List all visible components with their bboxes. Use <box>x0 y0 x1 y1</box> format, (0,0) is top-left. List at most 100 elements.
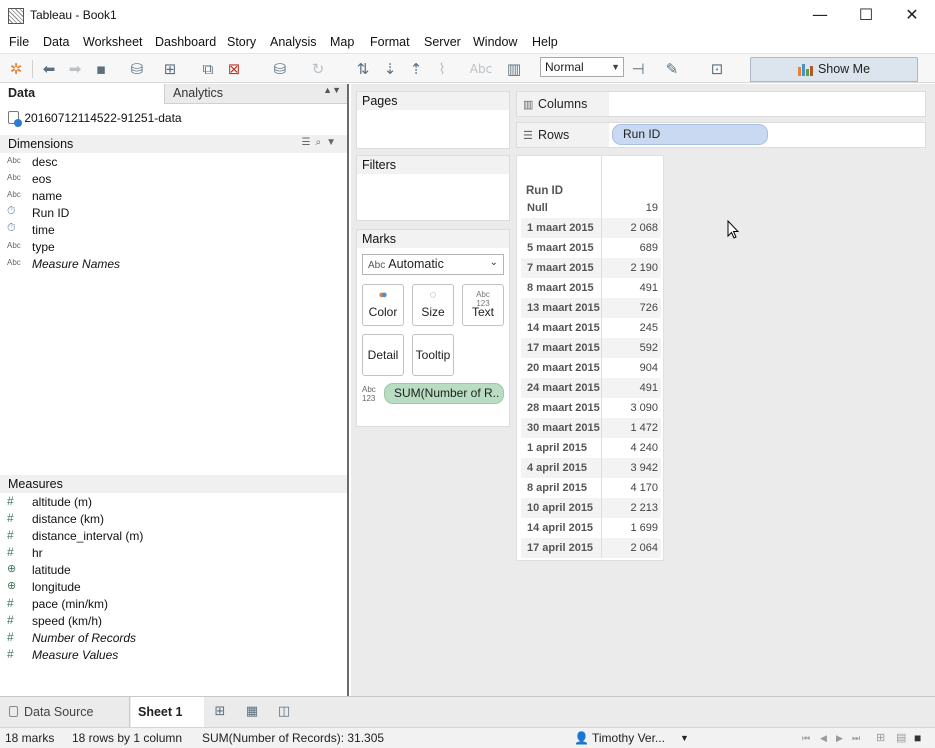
sort-ascending-icon[interactable]: ⇣ <box>380 59 400 79</box>
size-button[interactable]: ◌ Size <box>412 284 454 326</box>
presentation-mode-icon[interactable]: ⊡ <box>707 59 727 79</box>
close-button[interactable]: ✕ <box>889 0 935 31</box>
prev-sheet-icon[interactable]: ◀ <box>820 733 827 744</box>
measure-field[interactable]: # Measure Values <box>0 647 347 664</box>
measure-field[interactable]: # distance_interval (m) <box>0 528 347 545</box>
table-row[interactable]: 28 maart 2015 3 090 <box>521 398 661 418</box>
new-dashboard-icon[interactable]: ▦ <box>240 697 264 727</box>
menu-help[interactable]: Help <box>532 35 558 49</box>
detail-button[interactable]: Detail <box>362 334 404 376</box>
sum-records-pill[interactable]: SUM(Number of R.. <box>384 383 504 404</box>
dimension-field[interactable]: Abc eos <box>0 171 347 188</box>
tabs-view-icon[interactable]: ■ <box>914 731 921 745</box>
pause-updates-icon[interactable]: ⛁ <box>270 59 290 79</box>
first-sheet-icon[interactable]: ⏮ <box>802 733 810 744</box>
menu-map[interactable]: Map <box>330 35 354 49</box>
measure-field[interactable]: # Number of Records <box>0 630 347 647</box>
save-icon[interactable]: ▪ <box>91 59 111 79</box>
text-button[interactable]: Abc 123 Text <box>462 284 504 326</box>
table-row[interactable]: 13 maart 2015 726 <box>521 298 661 318</box>
filters-card[interactable]: Filters <box>356 155 510 221</box>
table-row[interactable]: 17 maart 2015 592 <box>521 338 661 358</box>
dimension-field[interactable]: Abc name <box>0 188 347 205</box>
redo-icon[interactable]: ➡ <box>65 59 85 79</box>
next-sheet-icon[interactable]: ▶ <box>836 733 843 744</box>
table-row[interactable]: 30 maart 2015 1 472 <box>521 418 661 438</box>
tab-analytics[interactable]: Analytics ▲▼ <box>164 84 347 104</box>
chevron-down-icon[interactable]: ▼ <box>326 137 341 148</box>
table-row[interactable]: 10 april 2015 2 213 <box>521 498 661 518</box>
menu-dashboard[interactable]: Dashboard <box>155 35 216 49</box>
menu-server[interactable]: Server <box>424 35 461 49</box>
pages-card[interactable]: Pages <box>356 91 510 149</box>
measure-field[interactable]: # speed (km/h) <box>0 613 347 630</box>
new-worksheet-icon[interactable]: ⊞ <box>208 697 232 727</box>
menu-file[interactable]: File <box>9 35 29 49</box>
dimension-field[interactable]: Abc desc <box>0 154 347 171</box>
duplicate-sheet-icon[interactable]: ⧉ <box>198 59 218 79</box>
table-row[interactable]: 5 maart 2015 689 <box>521 238 661 258</box>
tableau-logo-icon[interactable]: ✲ <box>6 59 26 79</box>
table-row[interactable]: Null 19 <box>521 198 661 218</box>
user-name[interactable]: Timothy Ver... <box>592 731 665 745</box>
run-id-pill[interactable]: Run ID <box>612 124 768 145</box>
show-mark-labels-icon[interactable]: Abc <box>466 59 496 79</box>
table-row[interactable]: 17 april 2015 2 064 <box>521 538 661 558</box>
menu-window[interactable]: Window <box>473 35 517 49</box>
minimize-button[interactable]: — <box>797 0 843 31</box>
view-table[interactable]: Run ID Null 19 1 maart 2015 2 068 5 maart … <box>516 155 664 561</box>
view-list-icon[interactable]: ☰ <box>302 137 316 148</box>
show-me-button[interactable]: Show Me <box>750 57 918 82</box>
menu-data[interactable]: Data <box>43 35 69 49</box>
swap-rows-columns-icon[interactable]: ⇅ <box>353 59 373 79</box>
new-data-source-icon[interactable]: ⛁ <box>127 59 147 79</box>
group-members-icon[interactable]: ⌇ <box>432 59 452 79</box>
dimension-field[interactable]: Abc type <box>0 239 347 256</box>
table-row[interactable]: 24 maart 2015 491 <box>521 378 661 398</box>
measure-field[interactable]: ⊕ latitude <box>0 562 347 579</box>
color-button[interactable]: ●● Color <box>362 284 404 326</box>
undo-icon[interactable]: ⬅ <box>39 59 59 79</box>
menu-analysis[interactable]: Analysis <box>270 35 317 49</box>
table-row[interactable]: 14 maart 2015 245 <box>521 318 661 338</box>
sort-descending-icon[interactable]: ⇡ <box>406 59 426 79</box>
table-row[interactable]: 1 april 2015 4 240 <box>521 438 661 458</box>
run-id-header[interactable]: Run ID <box>526 185 563 197</box>
mark-type-select[interactable]: Abc Automatic ⌄ <box>362 254 504 275</box>
table-row[interactable]: 1 maart 2015 2 068 <box>521 218 661 238</box>
measure-field[interactable]: # altitude (m) <box>0 494 347 511</box>
measure-field[interactable]: # hr <box>0 545 347 562</box>
measure-field[interactable]: # distance (km) <box>0 511 347 528</box>
menu-format[interactable]: Format <box>370 35 410 49</box>
table-row[interactable]: 14 april 2015 1 699 <box>521 518 661 538</box>
table-row[interactable]: 20 maart 2015 904 <box>521 358 661 378</box>
fix-axes-icon[interactable]: ⊣ <box>628 59 648 79</box>
measure-field[interactable]: # pace (min/km) <box>0 596 347 613</box>
menu-story[interactable]: Story <box>227 35 256 49</box>
new-worksheet-icon[interactable]: ⊞ <box>160 59 180 79</box>
filmstrip-icon[interactable]: ▤ <box>896 731 906 744</box>
view-cards-icon[interactable]: ▥ <box>504 59 524 79</box>
table-row[interactable]: 8 april 2015 4 170 <box>521 478 661 498</box>
fit-select[interactable]: Normal ▼ <box>540 57 624 77</box>
last-sheet-icon[interactable]: ⏭ <box>852 733 860 744</box>
table-row[interactable]: 4 april 2015 3 942 <box>521 458 661 478</box>
tab-data[interactable]: Data <box>0 84 164 104</box>
chevron-down-icon[interactable]: ▼ <box>680 733 689 743</box>
refresh-icon[interactable]: ↻ <box>308 59 328 79</box>
data-source-tab[interactable]: Data Source <box>0 697 130 727</box>
menu-worksheet[interactable]: Worksheet <box>83 35 143 49</box>
tooltip-button[interactable]: Tooltip <box>412 334 454 376</box>
measure-field[interactable]: ⊕ longitude <box>0 579 347 596</box>
clear-sheet-icon[interactable]: ⊠ <box>224 59 244 79</box>
new-story-icon[interactable]: ◫ <box>272 697 296 727</box>
table-row[interactable]: 8 maart 2015 491 <box>521 278 661 298</box>
sheet-1-tab[interactable]: Sheet 1 <box>131 697 204 727</box>
dimension-field[interactable]: ⏱ time <box>0 222 347 239</box>
data-source-item[interactable]: 20160712114522-91251-data <box>8 111 182 127</box>
pane-menu-icon[interactable]: ▲▼ <box>323 85 341 95</box>
maximize-button[interactable]: ☐ <box>843 0 889 31</box>
dimension-field[interactable]: Abc Measure Names <box>0 256 347 273</box>
dimension-field[interactable]: ⏱ Run ID <box>0 205 347 222</box>
table-row[interactable]: 7 maart 2015 2 190 <box>521 258 661 278</box>
